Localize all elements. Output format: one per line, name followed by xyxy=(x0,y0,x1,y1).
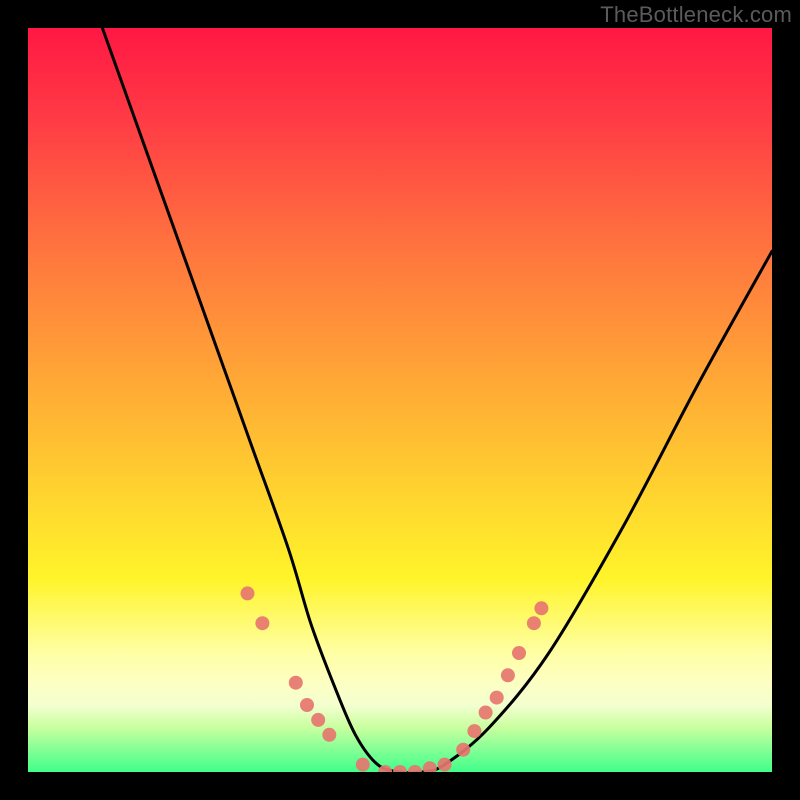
data-marker xyxy=(534,601,548,615)
data-marker xyxy=(408,765,422,772)
data-marker xyxy=(490,691,504,705)
data-marker xyxy=(479,706,493,720)
data-marker xyxy=(456,743,470,757)
data-marker xyxy=(527,616,541,630)
data-marker xyxy=(501,668,515,682)
data-marker xyxy=(423,761,437,772)
data-marker xyxy=(255,616,269,630)
chart-frame: TheBottleneck.com xyxy=(0,0,800,800)
curve-layer xyxy=(102,28,772,772)
data-marker xyxy=(311,713,325,727)
marker-layer xyxy=(241,586,549,772)
chart-svg xyxy=(28,28,772,772)
data-marker xyxy=(322,728,336,742)
data-marker xyxy=(289,676,303,690)
data-marker xyxy=(438,758,452,772)
data-marker xyxy=(241,586,255,600)
data-marker xyxy=(356,758,370,772)
data-marker xyxy=(393,765,407,772)
watermark-text: TheBottleneck.com xyxy=(600,2,792,28)
data-marker xyxy=(300,698,314,712)
data-marker xyxy=(467,724,481,738)
bottleneck-curve xyxy=(102,28,772,772)
data-marker xyxy=(512,646,526,660)
plot-area xyxy=(28,28,772,772)
